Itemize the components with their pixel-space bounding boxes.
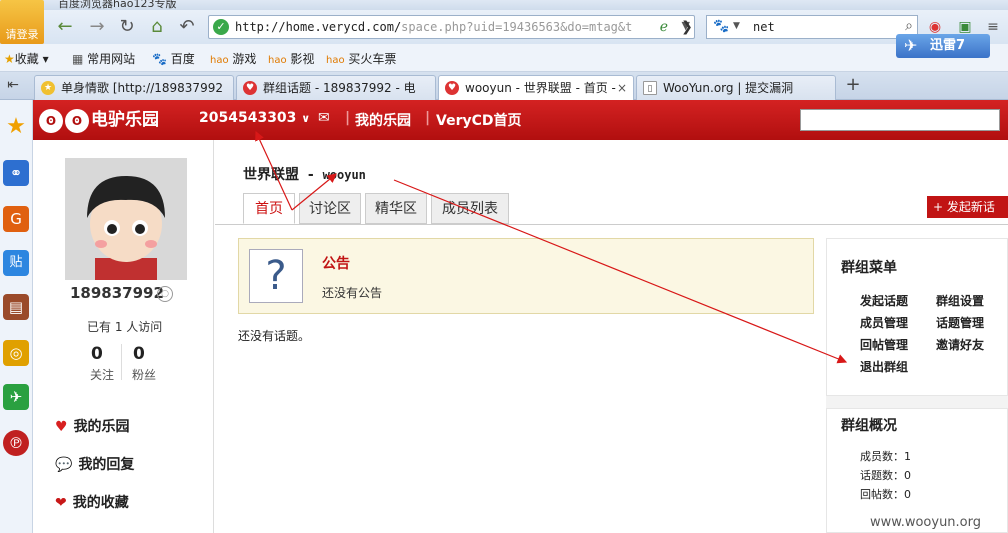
- annotation-arrow-userid: [255, 130, 293, 211]
- annotation-arrow-groupname: [291, 173, 337, 211]
- watermark: www.wooyun.org: [870, 515, 982, 530]
- annotation-arrows: [255, 130, 848, 364]
- annotation-arrow-leave: [393, 179, 848, 364]
